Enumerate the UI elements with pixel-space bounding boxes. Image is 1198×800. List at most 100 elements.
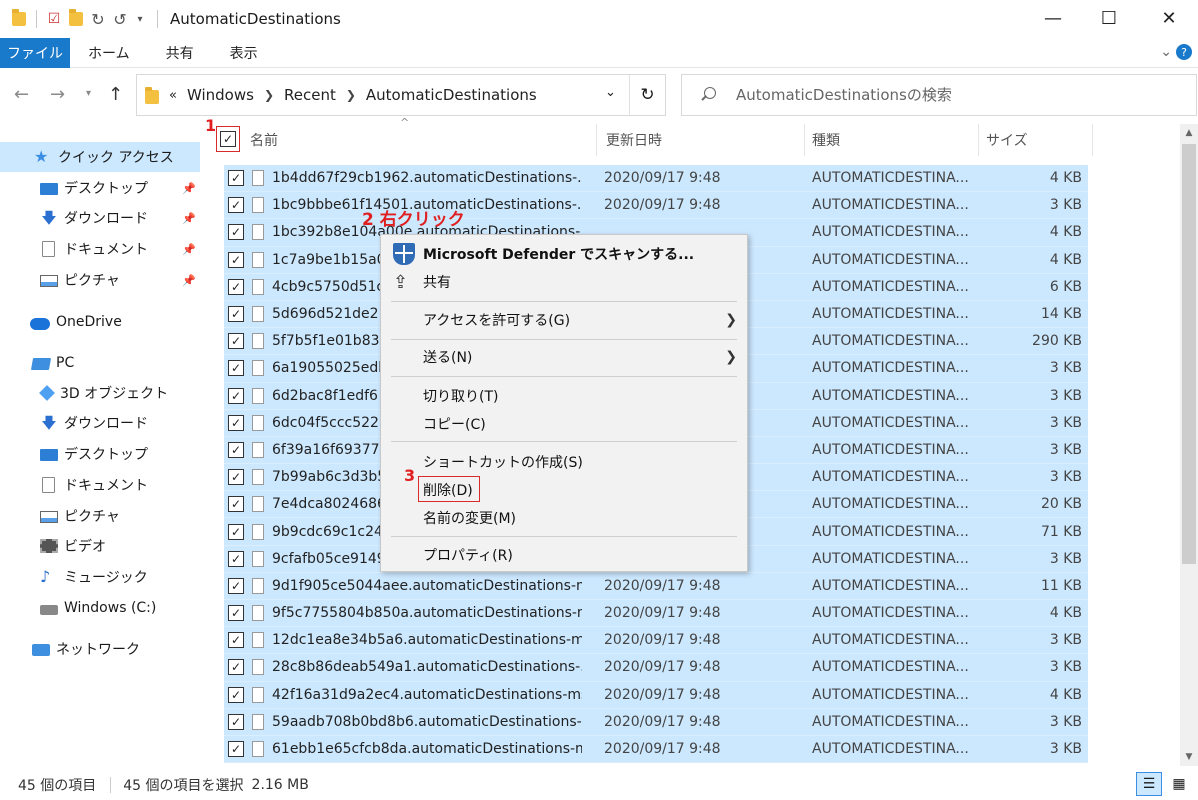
- scroll-down-icon[interactable]: ▼: [1180, 748, 1198, 766]
- sidebar-item-downloads[interactable]: 🡇 ダウンロード 📌: [0, 203, 200, 233]
- sidebar-item-videos[interactable]: ビデオ: [0, 531, 200, 561]
- vertical-scrollbar[interactable]: ▲ ▼: [1180, 124, 1198, 766]
- table-row[interactable]: ✓ 42f16a31d9a2ec4.automaticDestinations-m…: [224, 681, 1088, 709]
- row-checkbox[interactable]: ✓: [228, 278, 244, 295]
- menu-item-copy[interactable]: コピー(C): [381, 409, 747, 439]
- row-checkbox[interactable]: ✓: [228, 197, 244, 214]
- divider[interactable]: [978, 124, 979, 156]
- row-checkbox[interactable]: ✓: [228, 496, 244, 513]
- chevron-right-icon[interactable]: ❯: [264, 88, 274, 102]
- row-checkbox[interactable]: ✓: [228, 659, 244, 676]
- sidebar-item-onedrive[interactable]: OneDrive: [0, 307, 200, 337]
- row-checkbox[interactable]: ✓: [228, 170, 244, 187]
- forward-icon[interactable]: →: [50, 84, 65, 105]
- refresh-icon[interactable]: ↻: [629, 75, 665, 115]
- column-name[interactable]: 名前: [250, 130, 278, 150]
- divider[interactable]: [804, 124, 805, 156]
- chevron-down-icon[interactable]: ⌄: [1160, 44, 1172, 60]
- tab-share[interactable]: 共有: [148, 38, 212, 68]
- menu-item-rename[interactable]: 名前の変更(M): [381, 503, 747, 533]
- back-icon[interactable]: ←: [14, 84, 29, 105]
- menu-item-grant-access[interactable]: アクセスを許可する(G) ❯: [381, 305, 747, 335]
- table-row[interactable]: ✓ 1bc9bbbe61f14501.automaticDestinations-…: [224, 192, 1088, 220]
- search-box[interactable]: [681, 74, 1197, 116]
- sidebar-item-3d-objects[interactable]: 3D オブジェクト: [0, 378, 200, 408]
- row-checkbox[interactable]: ✓: [228, 686, 244, 703]
- chevron-down-icon[interactable]: ▾: [131, 10, 149, 28]
- address-bar[interactable]: « Windows ❯ Recent ❯ AutomaticDestinatio…: [136, 74, 666, 116]
- redo-icon[interactable]: ↻: [89, 10, 107, 29]
- table-row[interactable]: ✓ 1b4dd67f29cb1962.automaticDestinations-…: [224, 165, 1088, 193]
- chevron-right-icon[interactable]: ❯: [346, 88, 356, 102]
- sidebar-item-network[interactable]: ネットワーク: [0, 634, 200, 664]
- table-row[interactable]: ✓ 59aadb708b0bd8b6.automaticDestinations-…: [224, 708, 1088, 736]
- row-checkbox[interactable]: ✓: [228, 333, 244, 350]
- sidebar-item-pc[interactable]: PC: [0, 348, 200, 378]
- chevron-down-icon[interactable]: ⌄: [605, 85, 616, 100]
- row-checkbox[interactable]: ✓: [228, 360, 244, 377]
- pin-icon[interactable]: 📌: [182, 243, 196, 256]
- help-icon[interactable]: ?: [1176, 44, 1192, 60]
- pin-icon[interactable]: 📌: [182, 212, 196, 225]
- row-checkbox[interactable]: ✓: [228, 251, 244, 268]
- column-date[interactable]: 更新日時: [606, 130, 662, 150]
- menu-item-create-shortcut[interactable]: ショートカットの作成(S): [381, 447, 747, 477]
- pin-icon[interactable]: 📌: [182, 274, 196, 287]
- minimize-icon[interactable]: —: [1030, 0, 1076, 36]
- large-icons-view-icon[interactable]: ▦: [1166, 772, 1192, 796]
- divider[interactable]: [1092, 124, 1093, 156]
- search-input[interactable]: [736, 86, 1176, 104]
- table-row[interactable]: ✓ 9d1f905ce5044aee.automaticDestinations-…: [224, 572, 1088, 600]
- table-row[interactable]: ✓ 9f5c7755804b850a.automaticDestinations-…: [224, 600, 1088, 628]
- breadcrumb-recent[interactable]: Recent: [284, 86, 336, 104]
- tab-home[interactable]: ホーム: [70, 38, 148, 68]
- close-icon[interactable]: ✕: [1146, 0, 1192, 36]
- row-checkbox[interactable]: ✓: [228, 605, 244, 622]
- menu-item-properties[interactable]: プロパティ(R): [381, 540, 747, 570]
- tab-file[interactable]: ファイル: [0, 37, 70, 68]
- undo-icon[interactable]: ↺: [111, 10, 129, 29]
- sidebar-item-windows-c[interactable]: Windows (C:): [0, 593, 200, 623]
- up-icon[interactable]: ↑: [108, 84, 123, 105]
- maximize-icon[interactable]: ☐: [1086, 0, 1132, 36]
- sidebar-item-pc-downloads[interactable]: 🡇 ダウンロード: [0, 408, 200, 438]
- row-checkbox[interactable]: ✓: [228, 741, 244, 758]
- new-folder-icon[interactable]: [67, 9, 85, 28]
- table-row[interactable]: ✓ 28c8b86deab549a1.automaticDestinations-…: [224, 654, 1088, 682]
- row-checkbox[interactable]: ✓: [228, 550, 244, 567]
- chevron-down-icon[interactable]: ▾: [86, 88, 91, 99]
- table-row[interactable]: ✓ 12dc1ea8e34b5a6.automaticDestinations-m…: [224, 627, 1088, 655]
- row-checkbox[interactable]: ✓: [228, 713, 244, 730]
- column-size[interactable]: サイズ: [986, 130, 1028, 150]
- sidebar-item-music[interactable]: ♪ ミュージック: [0, 562, 200, 592]
- row-checkbox[interactable]: ✓: [228, 577, 244, 594]
- table-row[interactable]: ✓ 61ebb1e65cfcb8da.automaticDestinations-…: [224, 735, 1088, 764]
- properties-icon[interactable]: ☑: [45, 10, 63, 28]
- address-prefix[interactable]: «: [169, 88, 177, 103]
- row-checkbox[interactable]: ✓: [228, 441, 244, 458]
- sidebar-item-pc-documents[interactable]: ドキュメント: [0, 470, 200, 500]
- row-checkbox[interactable]: ✓: [228, 306, 244, 323]
- tab-view[interactable]: 表示: [212, 38, 276, 68]
- row-checkbox[interactable]: ✓: [228, 469, 244, 486]
- breadcrumb-windows[interactable]: Windows: [187, 86, 254, 104]
- breadcrumb-automaticdestinations[interactable]: AutomaticDestinations: [366, 86, 537, 104]
- row-checkbox[interactable]: ✓: [228, 632, 244, 649]
- column-type[interactable]: 種類: [812, 130, 840, 150]
- pin-icon[interactable]: 📌: [182, 182, 196, 195]
- menu-item-send-to[interactable]: 送る(N) ❯: [381, 342, 747, 372]
- menu-item-scan[interactable]: Microsoft Defender でスキャンする...: [381, 239, 747, 269]
- scroll-thumb[interactable]: [1182, 144, 1196, 564]
- menu-item-share[interactable]: ⇪ 共有: [381, 267, 747, 297]
- sidebar-item-pictures[interactable]: ピクチャ 📌: [0, 265, 200, 295]
- sidebar-item-documents[interactable]: ドキュメント 📌: [0, 234, 200, 264]
- row-checkbox[interactable]: ✓: [228, 523, 244, 540]
- scroll-up-icon[interactable]: ▲: [1180, 124, 1198, 142]
- sidebar-item-pc-pictures[interactable]: ピクチャ: [0, 501, 200, 531]
- divider[interactable]: [596, 124, 597, 156]
- sidebar-item-desktop[interactable]: デスクトップ 📌: [0, 173, 200, 203]
- row-checkbox[interactable]: ✓: [228, 224, 244, 241]
- details-view-icon[interactable]: ☰: [1136, 772, 1162, 796]
- sidebar-item-pc-desktop[interactable]: デスクトップ: [0, 439, 200, 469]
- row-checkbox[interactable]: ✓: [228, 387, 244, 404]
